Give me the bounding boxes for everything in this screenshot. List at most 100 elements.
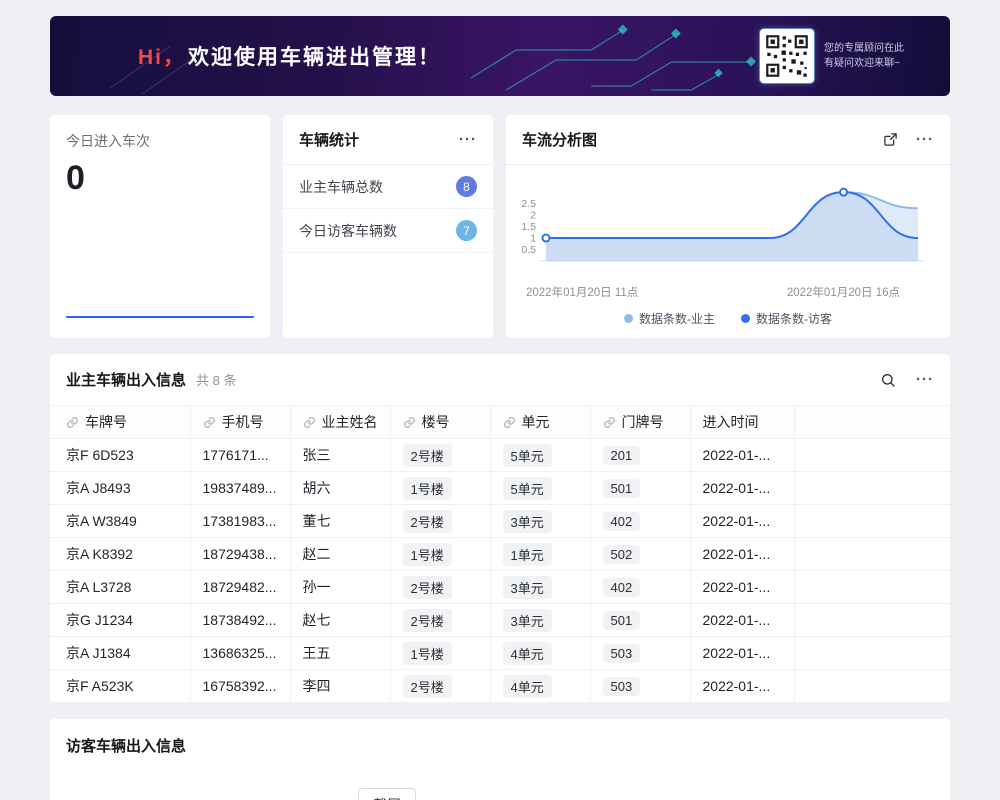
qr-caption-line2: 有疑问欢迎来聊~ [824,56,904,71]
column-header-label: 门牌号 [622,414,664,430]
table-row[interactable]: 京G J123418738492...赵七2号楼3单元5012022-01-..… [50,604,950,637]
chart-x-axis-labels: 2022年01月20日 11点 2022年01月20日 16点 [506,284,950,300]
column-header-label: 楼号 [422,414,450,430]
tag-pill: 1号楼 [403,642,452,665]
table-cell: 1号楼 [390,538,490,571]
table-cell: 19837489... [190,472,290,505]
qr-code [760,29,814,83]
table-cell: 2号楼 [390,439,490,472]
table-cell-filler [794,670,950,703]
column-header[interactable]: 进入时间 [690,406,794,439]
table-cell: 王五 [290,637,390,670]
legend-item[interactable]: 数据条数-访客 [741,310,832,327]
today-entries-label: 今日进入车次 [66,131,254,151]
traffic-chart-header: 车流分析图 ··· [506,115,950,165]
owner-table-header: 业主车辆出入信息 共 8 条 ··· [50,354,950,405]
banner-greeting-hi: Hi， [138,46,186,69]
field-link-icon [403,416,416,429]
tag-pill: 2号楼 [403,444,452,467]
more-menu-button[interactable]: ··· [916,372,934,387]
column-header[interactable]: 门牌号 [590,406,690,439]
tag-pill: 2号楼 [403,609,452,632]
tag-pill: 503 [603,677,641,696]
table-cell: 2号楼 [390,670,490,703]
today-entries-value: 0 [66,159,254,198]
column-header[interactable]: 业主姓名 [290,406,390,439]
owner-table-count: 共 8 条 [196,370,236,389]
table-row[interactable]: 京A J849319837489...胡六1号楼5单元5012022-01-..… [50,472,950,505]
field-link-icon [203,416,216,429]
table-cell: 402 [590,571,690,604]
svg-text:1.5: 1.5 [521,221,536,233]
column-header[interactable]: 手机号 [190,406,290,439]
table-header-row: 车牌号手机号 业主姓名 楼号 单元 门牌号 进入时间 [50,406,950,439]
column-header[interactable]: 楼号 [390,406,490,439]
export-icon [883,132,898,147]
tag-pill: 1号楼 [403,477,452,500]
table-cell-filler [794,472,950,505]
stats-item-count-badge: 7 [456,220,477,241]
field-link-icon [303,416,316,429]
table-cell: 5单元 [490,439,590,472]
owner-table-card: 业主车辆出入信息 共 8 条 ··· 车牌号手机号 业主姓名 楼号 单元 门牌号 进入时间… [50,354,950,703]
search-button[interactable] [880,372,896,388]
table-cell: 2022-01-... [690,538,794,571]
field-link-icon [603,416,616,429]
table-row[interactable]: 京F 6D5231776171...张三2号楼5单元2012022-01-... [50,439,950,472]
table-cell: 502 [590,538,690,571]
tag-pill: 5单元 [503,444,552,467]
table-cell: 李四 [290,670,390,703]
table-cell: 501 [590,604,690,637]
legend-item[interactable]: 数据条数-业主 [624,310,715,327]
x-axis-end-label: 2022年01月20日 16点 [787,284,900,300]
table-cell: 2022-01-... [690,439,794,472]
table-cell-filler [794,637,950,670]
column-header-label: 业主姓名 [322,414,378,430]
dashboard-page: Hi，欢迎使用车辆进出管理！ [0,0,1000,800]
today-card-accent-line [66,316,254,318]
vehicle-stats-header: 车辆统计 ··· [283,115,493,165]
legend-label: 数据条数-业主 [639,310,715,327]
table-cell: 2号楼 [390,604,490,637]
column-header-label: 进入时间 [703,414,759,430]
more-menu-button[interactable]: ··· [916,132,934,147]
owner-vehicle-table: 车牌号手机号业主姓名楼号单元门牌号进入时间京F 6D5231776171...张… [50,405,950,703]
svg-text:0.5: 0.5 [521,244,536,256]
owner-table-header-icons: ··· [880,372,934,388]
export-button[interactable] [883,132,898,147]
partial-button[interactable]: 载屏 [358,788,416,800]
column-header-label: 单元 [522,414,550,430]
svg-text:2.5: 2.5 [521,198,536,210]
table-cell: 京A J8493 [50,472,190,505]
banner-title: Hi，欢迎使用车辆进出管理！ [138,41,441,71]
table-row[interactable]: 京A L372818729482...孙一2号楼3单元4022022-01-..… [50,571,950,604]
table-row[interactable]: 京A K839218729438...赵二1号楼1单元5022022-01-..… [50,538,950,571]
table-cell: 赵七 [290,604,390,637]
table-cell: 京F 6D523 [50,439,190,472]
table-cell: 孙一 [290,571,390,604]
table-row[interactable]: 京F A523K16758392...李四2号楼4单元5032022-01-..… [50,670,950,703]
visitor-table-title: 访客车辆出入信息 [66,735,934,756]
column-header[interactable]: 单元 [490,406,590,439]
table-row[interactable]: 京A W384917381983...董七2号楼3单元4022022-01-..… [50,505,950,538]
column-header[interactable]: 车牌号 [50,406,190,439]
field-link-icon [66,416,79,429]
banner-greeting-text: 欢迎使用车辆进出管理！ [188,46,441,69]
tag-pill: 2号楼 [403,576,452,599]
owner-table-title: 业主车辆出入信息 [66,369,186,390]
stats-list-item: 今日访客车辆数7 [283,209,493,253]
table-cell: 京A L3728 [50,571,190,604]
table-cell: 京A K8392 [50,538,190,571]
search-icon [880,372,896,388]
more-menu-button[interactable]: ··· [459,132,477,147]
table-cell: 2022-01-... [690,505,794,538]
legend-dot-icon [741,314,750,323]
traffic-chart-svg: 0.511.522.5 [512,175,928,279]
stat-cards-row: 今日进入车次 0 车辆统计 ··· 业主车辆总数8今日访客车辆数7 车流分析图 [50,115,950,338]
table-cell: 2号楼 [390,571,490,604]
table-cell: 503 [590,670,690,703]
table-row[interactable]: 京A J138413686325...王五1号楼4单元5032022-01-..… [50,637,950,670]
table-cell: 2号楼 [390,505,490,538]
tag-pill: 501 [603,611,641,630]
tag-pill: 3单元 [503,510,552,533]
